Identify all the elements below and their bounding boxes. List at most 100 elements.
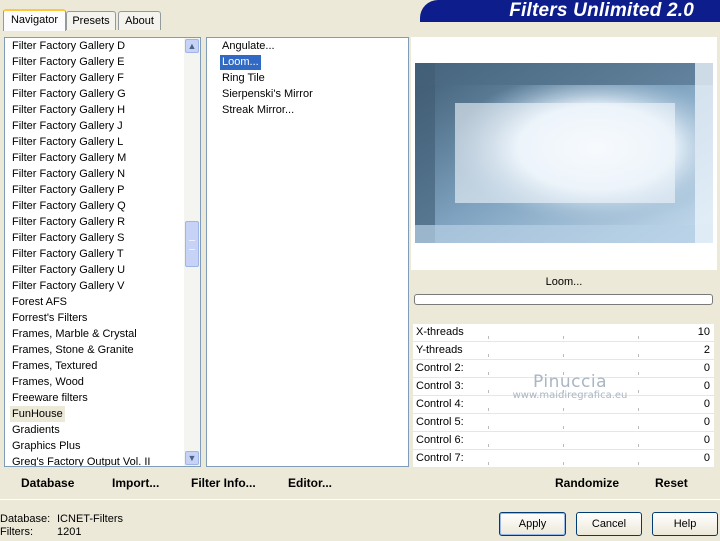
database-value: ICNET-Filters: [57, 513, 123, 525]
grip-icon: [189, 240, 195, 250]
category-item[interactable]: FunHouse: [10, 406, 65, 422]
filters-count-label: Filters:: [0, 526, 33, 538]
filter-info-button[interactable]: Filter Info...: [191, 476, 256, 490]
control-value: 0: [703, 452, 710, 464]
slider-tick: [488, 426, 489, 429]
editor-button[interactable]: Editor...: [288, 476, 332, 490]
slider-tick: [563, 444, 564, 447]
title-banner: Filters Unlimited 2.0: [420, 0, 720, 22]
filter-item[interactable]: Streak Mirror...: [220, 103, 296, 118]
watermark-url: www.maidiregrafica.eu: [512, 390, 628, 401]
category-item[interactable]: Filter Factory Gallery M: [12, 150, 126, 166]
category-item[interactable]: Filter Factory Gallery D: [12, 38, 125, 54]
category-list[interactable]: Filter Factory Gallery D Filter Factory G…: [4, 37, 185, 467]
control-value: 10: [697, 326, 710, 338]
control-label: Control 3:: [416, 380, 464, 392]
control-label: X-threads: [416, 326, 464, 338]
progress-bar: [414, 294, 713, 305]
app-title: Filters Unlimited 2.0: [509, 0, 694, 21]
category-item[interactable]: Forrest's Filters: [12, 310, 87, 326]
category-scrollbar[interactable]: ▲ ▼: [184, 37, 201, 467]
scroll-up-icon[interactable]: ▲: [185, 39, 199, 53]
slider-tick: [488, 336, 489, 339]
category-item[interactable]: Filter Factory Gallery J: [12, 118, 123, 134]
filter-item[interactable]: Sierpenski's Mirror: [220, 87, 315, 102]
help-button[interactable]: Help: [652, 512, 718, 536]
control-value: 2: [703, 344, 710, 356]
control-row[interactable]: Control 6: 0: [413, 432, 714, 450]
tab-presets[interactable]: Presets: [66, 11, 116, 30]
category-item[interactable]: Filter Factory Gallery P: [12, 182, 124, 198]
preview-image: [415, 63, 713, 243]
category-item[interactable]: Frames, Textured: [12, 358, 97, 374]
tab-about[interactable]: About: [118, 11, 161, 30]
cancel-button[interactable]: Cancel: [576, 512, 642, 536]
filter-item[interactable]: Ring Tile: [220, 71, 267, 86]
slider-tick: [638, 426, 639, 429]
category-item[interactable]: Filter Factory Gallery E: [12, 54, 124, 70]
filter-list[interactable]: Angulate... Loom... Ring Tile Sierpenski's …: [206, 37, 409, 467]
control-label: Control 4:: [416, 398, 464, 410]
control-label: Control 7:: [416, 452, 464, 464]
scroll-thumb[interactable]: [185, 221, 199, 267]
category-item[interactable]: Filter Factory Gallery U: [12, 262, 125, 278]
category-item[interactable]: Filter Factory Gallery F: [12, 70, 124, 86]
category-item[interactable]: Gradients: [12, 422, 60, 438]
control-value: 0: [703, 380, 710, 392]
category-item[interactable]: Filter Factory Gallery G: [12, 86, 126, 102]
divider: [0, 499, 720, 500]
slider-tick: [638, 408, 639, 411]
category-item[interactable]: Forest AFS: [12, 294, 67, 310]
control-value: 0: [703, 434, 710, 446]
control-row[interactable]: X-threads 10: [413, 324, 714, 342]
control-row[interactable]: Control 5: 0: [413, 414, 714, 432]
database-button[interactable]: Database: [21, 476, 74, 490]
control-label: Y-threads: [416, 344, 463, 356]
category-item[interactable]: Filter Factory Gallery R: [12, 214, 125, 230]
slider-tick: [638, 462, 639, 465]
category-item[interactable]: Filter Factory Gallery L: [12, 134, 123, 150]
control-value: 0: [703, 416, 710, 428]
control-value: 0: [703, 398, 710, 410]
filter-item[interactable]: Loom...: [220, 55, 261, 70]
category-item[interactable]: Frames, Stone & Granite: [12, 342, 134, 358]
tab-navigator[interactable]: Navigator: [3, 9, 66, 31]
filter-item[interactable]: Angulate...: [220, 39, 277, 54]
category-item[interactable]: Filter Factory Gallery Q: [12, 198, 126, 214]
category-item[interactable]: Filter Factory Gallery S: [12, 230, 124, 246]
apply-button[interactable]: Apply: [499, 512, 566, 536]
watermark: Pinuccia www.maidiregrafica.eu: [500, 372, 640, 401]
slider-tick: [488, 354, 489, 357]
category-item[interactable]: Greg's Factory Output Vol. II: [12, 454, 150, 466]
control-label: Control 5:: [416, 416, 464, 428]
category-item[interactable]: Filter Factory Gallery N: [12, 166, 125, 182]
control-row[interactable]: Y-threads 2: [413, 342, 714, 360]
category-item[interactable]: Filter Factory Gallery V: [12, 278, 124, 294]
reset-button[interactable]: Reset: [655, 476, 688, 490]
slider-tick: [563, 354, 564, 357]
category-item[interactable]: Freeware filters: [12, 390, 88, 406]
slider-tick: [488, 372, 489, 375]
category-item[interactable]: Filter Factory Gallery H: [12, 102, 125, 118]
control-value: 0: [703, 362, 710, 374]
slider-tick: [563, 408, 564, 411]
category-item[interactable]: Graphics Plus: [12, 438, 80, 454]
category-item[interactable]: Frames, Marble & Crystal: [12, 326, 137, 342]
control-row[interactable]: Control 7: 0: [413, 450, 714, 468]
randomize-button[interactable]: Randomize: [555, 476, 619, 490]
watermark-name: Pinuccia: [533, 372, 607, 392]
category-item[interactable]: Frames, Wood: [12, 374, 84, 390]
scroll-down-icon[interactable]: ▼: [185, 451, 199, 465]
slider-tick: [638, 444, 639, 447]
slider-tick: [488, 408, 489, 411]
filter-name-label: Loom...: [414, 272, 714, 292]
import-button[interactable]: Import...: [112, 476, 159, 490]
slider-tick: [563, 426, 564, 429]
slider-tick: [488, 462, 489, 465]
slider-tick: [488, 390, 489, 393]
category-item[interactable]: Filter Factory Gallery T: [12, 246, 124, 262]
filters-count-value: 1201: [57, 526, 82, 538]
control-label: Control 2:: [416, 362, 464, 374]
slider-tick: [638, 336, 639, 339]
slider-tick: [563, 462, 564, 465]
